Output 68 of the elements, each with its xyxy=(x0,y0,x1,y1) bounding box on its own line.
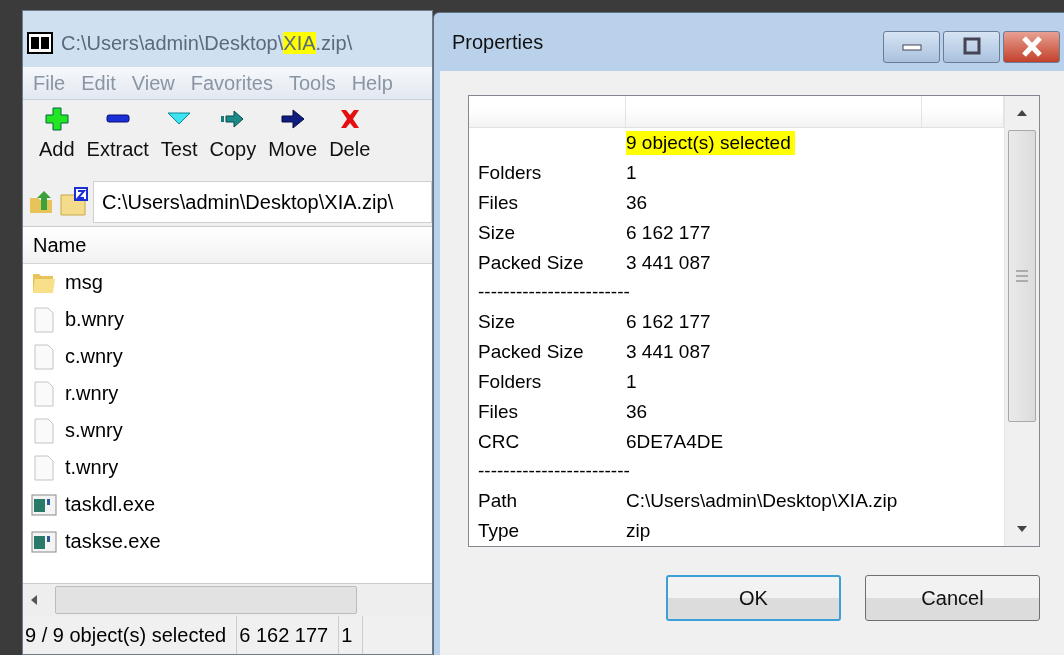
property-name: Files xyxy=(478,191,519,213)
minimize-button[interactable] xyxy=(883,31,940,63)
vertical-scrollbar[interactable] xyxy=(1004,96,1039,546)
property-name: Packed Size xyxy=(478,251,584,273)
scroll-up-icon[interactable] xyxy=(1015,108,1029,118)
file-icon xyxy=(31,306,57,333)
property-name: Folders xyxy=(478,162,542,183)
file-name[interactable]: r.wnry xyxy=(65,382,119,405)
property-value: 9 object(s) selected xyxy=(626,131,795,156)
close-icon xyxy=(1019,36,1044,58)
toolbar-button[interactable]: Copy xyxy=(203,106,263,161)
property-value: 6 162 177 xyxy=(626,220,712,245)
application-icon xyxy=(31,528,57,555)
file-name[interactable]: taskse.exe xyxy=(65,530,161,553)
property-name: Files xyxy=(478,400,519,422)
property-value: C:\Users\admin\Desktop\XIA.zip xyxy=(626,489,899,514)
toolbar-button[interactable]: Extract xyxy=(80,106,155,161)
status-text: 1 xyxy=(339,616,364,654)
file-icon xyxy=(31,454,57,481)
file-icon xyxy=(31,417,57,444)
folder-up-icon[interactable] xyxy=(27,188,55,216)
file-name[interactable]: s.wnry xyxy=(65,419,123,442)
property-name: CRC xyxy=(478,430,520,452)
property-name: ------------------------ xyxy=(478,460,630,482)
property-name: Size xyxy=(478,221,515,243)
status-text: 9 / 9 object(s) selected xyxy=(23,616,238,654)
scroll-down-icon[interactable] xyxy=(1015,524,1029,534)
minimize-icon xyxy=(901,43,922,51)
file-name[interactable]: t.wnry xyxy=(65,456,119,479)
close-button[interactable] xyxy=(1003,31,1060,63)
grip-icon[interactable] xyxy=(1016,269,1028,283)
property-value: 36 xyxy=(626,190,649,215)
property-value: 1 xyxy=(626,161,638,185)
property-name: Type xyxy=(478,520,520,542)
property-name: ------------------------ xyxy=(478,281,630,303)
archive-folder-icon xyxy=(59,187,89,217)
dialog-button[interactable]: Cancel xyxy=(865,575,1040,621)
file-name[interactable]: msg xyxy=(65,271,103,294)
property-value: 3 441 087 xyxy=(626,250,712,275)
horizontal-scrollbar[interactable] xyxy=(23,583,432,616)
dialog-title: Properties xyxy=(452,30,545,54)
address-field[interactable]: C:\Users\admin\Desktop\XIA.zip\ xyxy=(93,181,432,223)
property-name: Path xyxy=(478,490,518,512)
toolbar-button[interactable]: Test xyxy=(154,106,204,161)
property-value: 6 162 177 xyxy=(626,310,712,335)
archive-logo-icon xyxy=(27,32,53,54)
arrow-icon xyxy=(279,106,306,132)
maximize-button[interactable] xyxy=(943,31,1000,63)
dialog-button[interactable]: OK xyxy=(666,575,841,621)
property-name: Folders xyxy=(478,370,542,392)
application-icon xyxy=(31,491,57,518)
toolbar-button[interactable]: Add xyxy=(33,106,81,161)
file-icon xyxy=(31,343,57,370)
property-value: 1 xyxy=(626,369,638,394)
property-name: Size xyxy=(478,311,515,333)
property-name: Packed Size xyxy=(478,341,584,363)
file-name[interactable]: taskdl.exe xyxy=(65,493,156,516)
status-text: 6 162 177 xyxy=(237,616,340,654)
property-value: zip xyxy=(626,519,652,544)
toolbar-button[interactable]: Move xyxy=(262,106,324,161)
property-value: 36 xyxy=(626,399,649,424)
toolbar-button[interactable]: Dele xyxy=(323,106,377,161)
file-name[interactable]: c.wnry xyxy=(65,345,123,368)
file-name[interactable]: b.wnry xyxy=(65,308,124,331)
file-icon xyxy=(31,380,57,407)
plus-icon xyxy=(43,106,70,132)
property-value: 6DE7A4DE xyxy=(626,429,725,454)
property-value: 3 441 087 xyxy=(626,340,712,365)
